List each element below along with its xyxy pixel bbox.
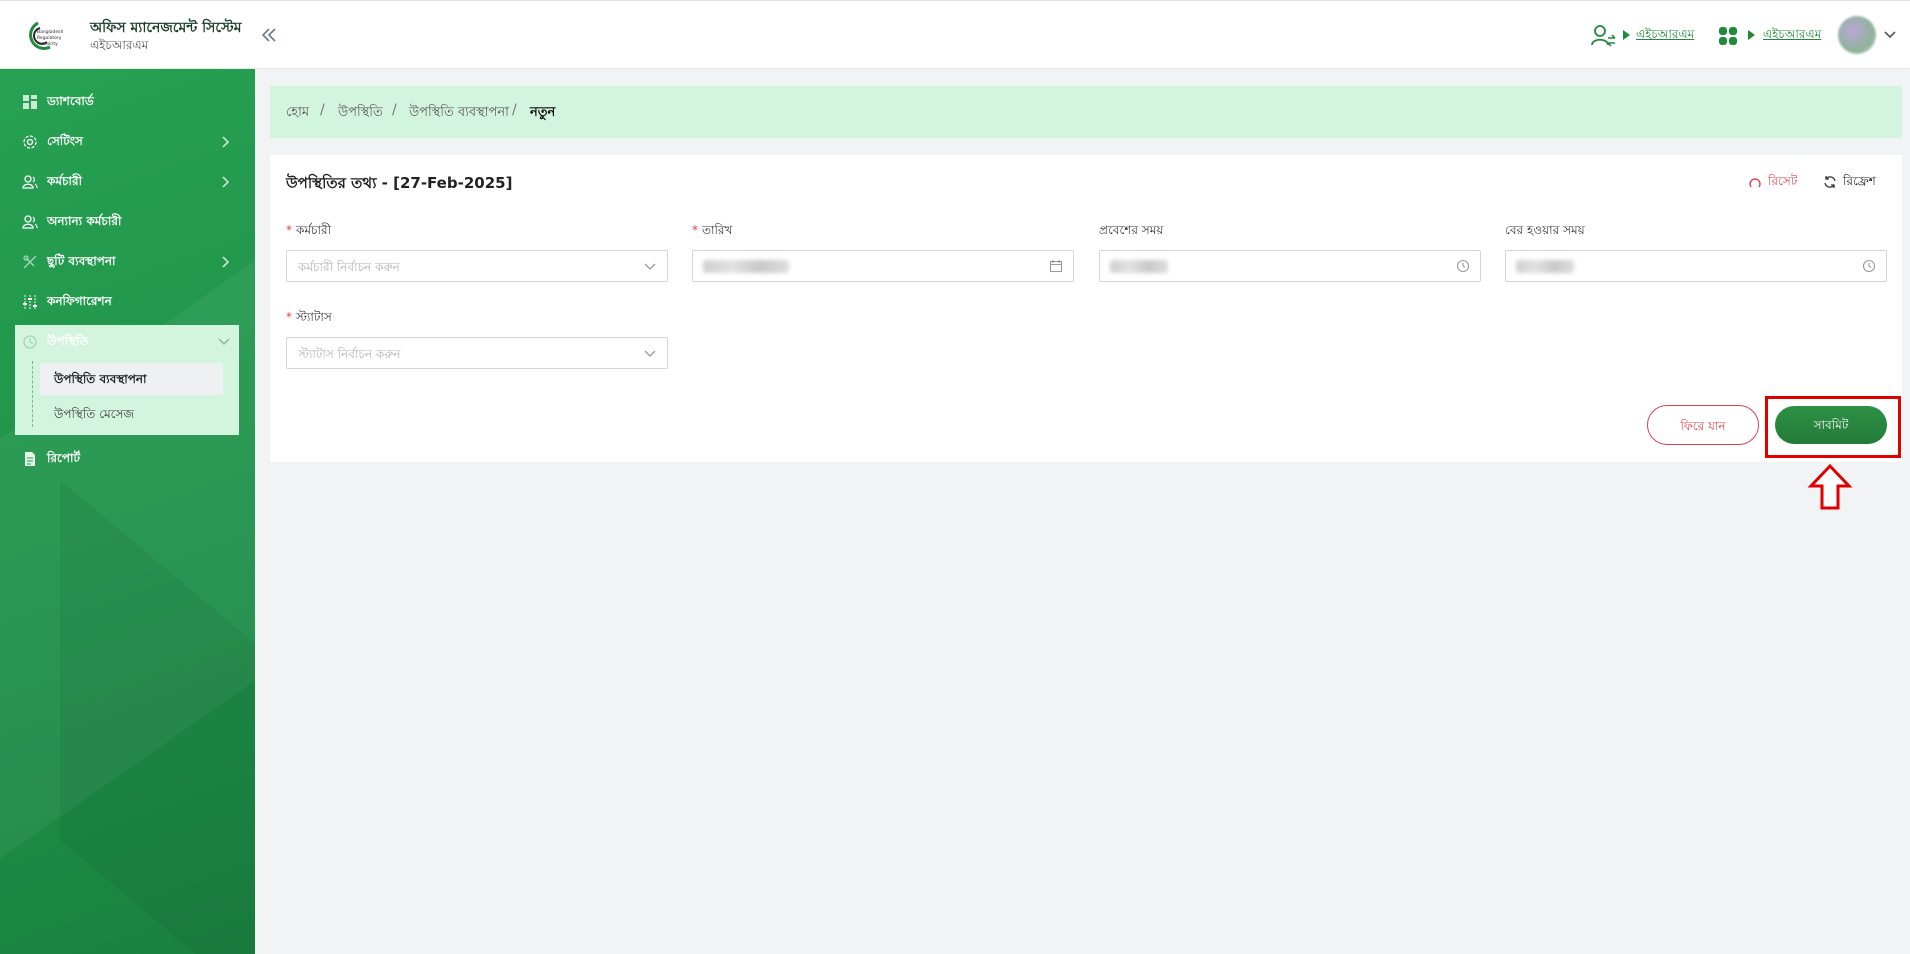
breadcrumb-separator: / bbox=[320, 102, 325, 118]
sidebar-subitem-attendance-message[interactable]: উপস্থিতি মেসেজ bbox=[40, 399, 223, 429]
annotation-arrow-up-icon bbox=[1807, 463, 1853, 510]
status-select[interactable]: স্ট্যাটাস নির্বাচন করুন bbox=[286, 337, 668, 369]
user-switch-icon[interactable] bbox=[1590, 23, 1616, 47]
sidebar-item-label: ড্যাশবোর্ড bbox=[47, 94, 94, 108]
sidebar-subitem-label: উপস্থিতি মেসেজ bbox=[54, 407, 135, 421]
calendar-icon bbox=[1049, 260, 1063, 273]
clock-icon bbox=[1456, 259, 1470, 273]
employee-select[interactable]: কর্মচারী নির্বাচন করুন bbox=[286, 250, 668, 282]
sidebar-attendance-group: উপস্থিতি উপস্থিতি ব্যবস্থাপনা উপস্থিতি ম… bbox=[15, 325, 239, 435]
sidebar-subitem-attendance-management[interactable]: উপস্থিতি ব্যবস্থাপনা bbox=[40, 363, 223, 395]
leave-icon bbox=[23, 255, 37, 269]
chevron-down-icon[interactable] bbox=[1883, 29, 1897, 41]
sliders-icon bbox=[23, 295, 37, 309]
breadcrumb-current: নতুন bbox=[530, 105, 556, 120]
sidebar-subitem-label: উপস্থিতি ব্যবস্থাপনা bbox=[54, 372, 147, 386]
sidebar-item-label: অন্যান্য কর্মচারী bbox=[47, 214, 122, 228]
reset-icon bbox=[1749, 178, 1761, 188]
top-header: Bangladesh Regulatory Authority অফিস ম্য… bbox=[0, 0, 1910, 69]
status-placeholder: স্ট্যাটাস নির্বাচন করুন bbox=[298, 347, 401, 361]
entry-time-value-redacted bbox=[1110, 260, 1168, 273]
sidebar-item-configuration[interactable]: কনফিগারেশন bbox=[0, 284, 255, 320]
attendance-form-card: উপস্থিতির তথ্য - [27-Feb-2025] রিসেট রিফ… bbox=[270, 155, 1902, 462]
file-icon bbox=[25, 452, 35, 466]
date-label-text: তারিখ bbox=[702, 223, 733, 237]
dashboard-icon bbox=[23, 95, 37, 109]
caret-right-icon bbox=[1748, 30, 1755, 40]
logo-text-2: Regulatory bbox=[37, 35, 62, 41]
breadcrumb-attendance-management[interactable]: উপস্থিতি ব্যবস্থাপনা bbox=[409, 103, 509, 124]
sidebar-item-label: কনফিগারেশন bbox=[47, 294, 112, 308]
reset-label: রিসেট bbox=[1768, 174, 1798, 188]
logo-icon: Bangladesh Regulatory Authority bbox=[29, 21, 64, 50]
exit-time-label: বের হওয়ার সময় bbox=[1505, 223, 1585, 237]
breadcrumb-home[interactable]: হোম bbox=[286, 103, 309, 124]
caret-right-icon bbox=[1623, 30, 1630, 40]
sidebar-item-attendance[interactable]: উপস্থিতি bbox=[15, 325, 239, 359]
chevron-down-icon bbox=[218, 338, 230, 346]
collapse-sidebar-icon[interactable] bbox=[258, 23, 280, 47]
chevron-right-icon bbox=[222, 256, 230, 268]
date-value-redacted bbox=[703, 260, 789, 273]
chevron-right-icon bbox=[222, 176, 230, 188]
submenu-guide-line bbox=[32, 361, 33, 427]
date-label: * তারিখ bbox=[692, 222, 732, 242]
exit-time-picker[interactable] bbox=[1505, 250, 1887, 282]
app-subtitle: এইচআরএম bbox=[90, 38, 149, 52]
back-button-label: ফিরে যান bbox=[1680, 419, 1726, 433]
clock-icon bbox=[1862, 259, 1876, 273]
status-label: * স্ট্যাটাস bbox=[286, 309, 332, 329]
user-hrm-link[interactable]: এইচআরএম bbox=[1636, 26, 1694, 46]
clock-icon bbox=[23, 335, 37, 349]
sidebar-item-report[interactable]: রিপোর্ট bbox=[0, 441, 255, 477]
date-picker[interactable] bbox=[692, 250, 1074, 282]
sidebar-item-label: ছুটি ব্যবস্থাপনা bbox=[47, 254, 116, 268]
sidebar-item-dashboard[interactable]: ড্যাশবোর্ড bbox=[0, 84, 255, 120]
logo-text-1: Bangladesh bbox=[37, 29, 64, 35]
sidebar: ড্যাশবোর্ড সেটিংস কর্মচারী অন্যান্য কর্ম… bbox=[0, 69, 255, 954]
users-icon bbox=[22, 175, 38, 189]
breadcrumb: হোম / উপস্থিতি / উপস্থিতি ব্যবস্থাপনা / … bbox=[270, 86, 1902, 138]
sidebar-item-settings[interactable]: সেটিংস bbox=[0, 124, 255, 160]
apps-grid-icon[interactable] bbox=[1718, 26, 1738, 46]
sidebar-item-label: উপস্থিতি bbox=[47, 334, 89, 348]
sidebar-item-label: কর্মচারী bbox=[47, 174, 83, 188]
breadcrumb-separator: / bbox=[512, 102, 517, 118]
sidebar-item-leave[interactable]: ছুটি ব্যবস্থাপনা bbox=[0, 244, 255, 280]
gear-icon bbox=[23, 135, 37, 149]
logo-text-3: Authority bbox=[37, 41, 58, 47]
annotation-highlight-box bbox=[1765, 396, 1901, 458]
required-mark: * bbox=[286, 223, 292, 237]
breadcrumb-separator: / bbox=[392, 102, 397, 118]
form-title: উপস্থিতির তথ্য - [27-Feb-2025] bbox=[286, 174, 513, 192]
sidebar-item-label: সেটিংস bbox=[47, 134, 83, 148]
employee-label: * কর্মচারী bbox=[286, 222, 331, 242]
sidebar-item-other-employee[interactable]: অন্যান্য কর্মচারী bbox=[0, 204, 255, 240]
chevron-right-icon bbox=[222, 136, 230, 148]
exit-time-value-redacted bbox=[1516, 260, 1574, 273]
back-button[interactable]: ফিরে যান bbox=[1647, 405, 1759, 445]
sidebar-item-employee[interactable]: কর্মচারী bbox=[0, 164, 255, 200]
chevron-down-icon bbox=[644, 263, 656, 270]
refresh-icon bbox=[1824, 176, 1836, 188]
entry-time-picker[interactable] bbox=[1099, 250, 1481, 282]
chevron-down-icon bbox=[644, 350, 656, 357]
required-mark: * bbox=[286, 310, 292, 324]
users-icon bbox=[22, 215, 38, 229]
apps-hrm-link[interactable]: এইচআরএম bbox=[1763, 26, 1821, 46]
status-label-text: স্ট্যাটাস bbox=[296, 310, 332, 324]
sidebar-item-label: রিপোর্ট bbox=[47, 451, 81, 465]
breadcrumb-attendance[interactable]: উপস্থিতি bbox=[338, 103, 383, 124]
avatar[interactable] bbox=[1838, 16, 1876, 54]
refresh-label: রিফ্রেশ bbox=[1843, 174, 1876, 188]
entry-time-label: প্রবেশের সময় bbox=[1099, 223, 1164, 237]
employee-label-text: কর্মচারী bbox=[296, 223, 332, 237]
employee-placeholder: কর্মচারী নির্বাচন করুন bbox=[298, 260, 400, 274]
required-mark: * bbox=[692, 223, 698, 237]
